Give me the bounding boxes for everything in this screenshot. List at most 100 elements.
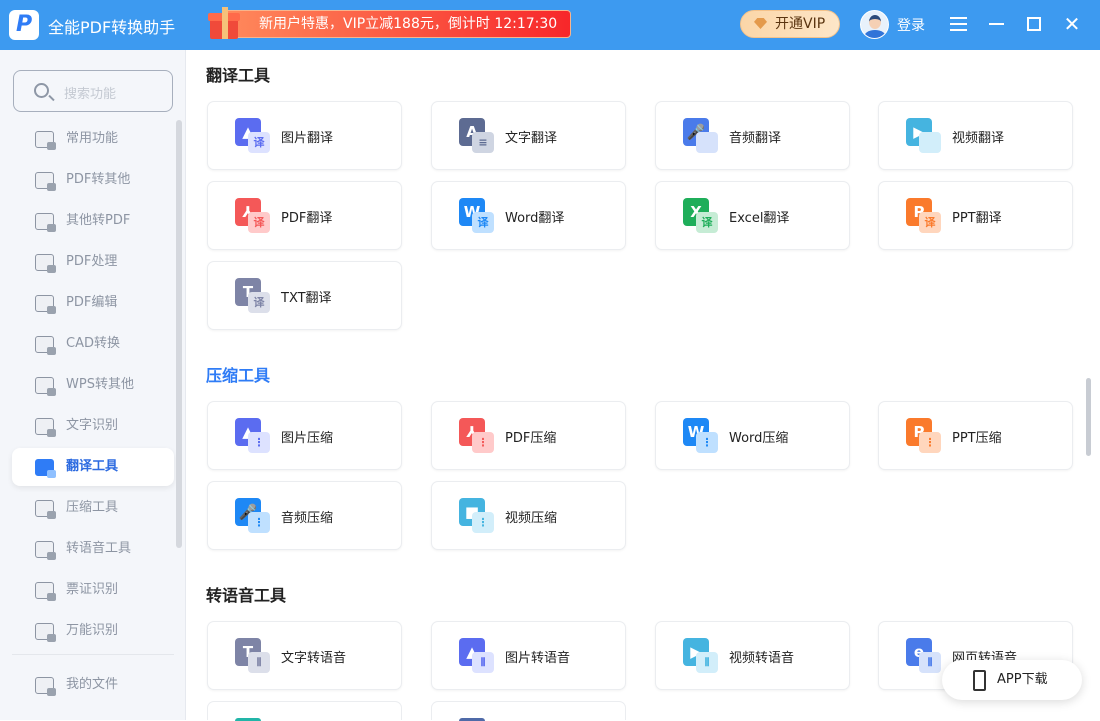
sidebar-item-12[interactable]: 万能识别 — [12, 612, 174, 650]
tool-card[interactable]: 🎤 音频翻译 — [655, 101, 850, 170]
tool-icon: ⅄ ⋮ — [459, 418, 495, 454]
sidebar-item-8[interactable]: 翻译工具 — [12, 448, 174, 486]
sidebar-item-my-files[interactable]: 我的文件 — [12, 666, 174, 704]
tool-label: Excel翻译 — [729, 211, 790, 226]
tool-card[interactable]: ▶ ⦀ 视频转语音 — [655, 621, 850, 690]
app-download-label: APP下载 — [997, 672, 1048, 687]
login-button[interactable]: 登录 — [897, 15, 925, 35]
sidebar-item-label: PDF处理 — [66, 254, 118, 269]
tool-icon: A ≡ — [459, 118, 495, 154]
sidebar-item-label: WPS转其他 — [66, 377, 134, 392]
search-input[interactable]: 搜索功能 — [13, 70, 173, 112]
sidebar-scrollbar[interactable] — [176, 120, 182, 548]
sidebar-item-3[interactable]: PDF处理 — [12, 243, 174, 281]
tool-label: Word压缩 — [729, 431, 789, 446]
sidebar-item-0[interactable]: 常用功能 — [12, 120, 174, 158]
category-icon — [35, 295, 56, 314]
category-icon — [35, 172, 56, 191]
tool-icon: W译 — [459, 198, 495, 234]
category-icon — [35, 254, 56, 273]
app-title: 全能PDF转换助手 — [48, 18, 176, 37]
sidebar-item-label: PDF编辑 — [66, 295, 118, 310]
tool-card[interactable]: ■ ⋮ 视频压缩 — [431, 481, 626, 550]
tool-card[interactable]: X 译 Excel翻译 — [655, 181, 850, 250]
tool-icon: T译 — [235, 278, 271, 314]
tool-label: 音频翻译 — [729, 131, 782, 146]
menu-icon[interactable] — [948, 13, 970, 35]
tool-card[interactable]: 🎤 ⋮ 音频压缩 — [207, 481, 402, 550]
tool-card[interactable]: W 译 Word翻译 — [431, 181, 626, 250]
sidebar-item-label: 我的文件 — [66, 677, 119, 692]
search-icon — [34, 83, 49, 98]
tool-icon: X译 — [683, 198, 719, 234]
search-placeholder: 搜索功能 — [64, 87, 117, 102]
sidebar-item-9[interactable]: 压缩工具 — [12, 489, 174, 527]
tool-card[interactable]: ▲ ⦀ 图片转语音 — [431, 621, 626, 690]
tool-icon: ▶ — [906, 118, 942, 154]
sidebar-item-2[interactable]: 其他转PDF — [12, 202, 174, 240]
category-icon — [35, 500, 56, 519]
divider — [12, 654, 174, 655]
tool-label: PPT翻译 — [952, 211, 1002, 226]
section-title: 转语音工具 — [206, 586, 287, 605]
tool-label: 文字转语音 — [281, 651, 347, 666]
sidebar-item-6[interactable]: WPS转其他 — [12, 366, 174, 404]
phone-icon — [973, 670, 986, 691]
tool-label: PDF压缩 — [505, 431, 557, 446]
tool-icon: ⅄ 译 — [235, 198, 271, 234]
category-icon — [35, 418, 56, 437]
tool-icon: ▲ ⦀ — [459, 638, 495, 674]
tool-card[interactable]: P ⋮ PPT压缩 — [878, 401, 1073, 470]
maximize-icon[interactable] — [1023, 13, 1045, 35]
promo-banner[interactable]: 新用户特惠，VIP立减188元，倒计时 12:17:30 — [222, 10, 571, 38]
tool-card[interactable]: A ≡ 文字翻译 — [431, 101, 626, 170]
tool-card[interactable]: T 译 TXT翻译 — [207, 261, 402, 330]
tool-icon: ▲ ⋮ — [235, 418, 271, 454]
sidebar-item-10[interactable]: 转语音工具 — [12, 530, 174, 568]
sidebar-item-1[interactable]: PDF转其他 — [12, 161, 174, 199]
tool-label: PDF翻译 — [281, 211, 333, 226]
sidebar-item-label: 压缩工具 — [66, 500, 119, 515]
sidebar-item-5[interactable]: CAD转换 — [12, 325, 174, 363]
avatar[interactable] — [860, 10, 889, 39]
tool-icon: ▲ 译 — [235, 118, 271, 154]
close-icon[interactable]: ✕ — [1061, 13, 1083, 35]
tool-card[interactable]: ▲ 译图片翻译 — [207, 101, 402, 170]
tool-label: 音频压缩 — [281, 511, 334, 526]
tool-icon: ■ ⋮ — [459, 498, 495, 534]
tool-card[interactable]: ⅄ 译 PDF翻译 — [207, 181, 402, 250]
tool-label: 视频转语音 — [729, 651, 795, 666]
open-vip-button[interactable]: 开通VIP — [740, 10, 840, 38]
tool-label: 图片转语音 — [505, 651, 571, 666]
tool-card[interactable]: ▶ 视频翻译 — [878, 101, 1073, 170]
sidebar-item-label: PDF转其他 — [66, 172, 131, 187]
vip-label: 开通VIP — [775, 16, 826, 32]
tool-card[interactable]: T ⦀ 文字转语音 — [207, 621, 402, 690]
tool-label: 文字翻译 — [505, 131, 558, 146]
gift-icon — [204, 5, 244, 41]
tool-icon: W ⋮ — [683, 418, 719, 454]
sidebar: 搜索功能 常用功能 PDF转其他其他转PDF PDF处理 PDF编辑 CAD转换 WPS转… — [0, 50, 186, 720]
sidebar-item-label: CAD转换 — [66, 336, 120, 351]
sidebar-item-7[interactable]: 文字识别 — [12, 407, 174, 445]
sidebar-item-11[interactable]: 票证识别 — [12, 571, 174, 609]
tool-card[interactable]: ⅄ ⋮ PDF压缩 — [431, 401, 626, 470]
tool-icon: T ⦀ — [235, 638, 271, 674]
tool-card[interactable]: P 译 PPT翻译 — [878, 181, 1073, 250]
tool-icon: ▶ ⦀ — [683, 638, 719, 674]
tool-icon: P译 — [906, 198, 942, 234]
section-title: 压缩工具 — [206, 366, 271, 385]
category-icon — [35, 459, 56, 478]
main-scrollbar[interactable] — [1086, 378, 1091, 456]
minimize-icon[interactable] — [986, 13, 1008, 35]
tool-card[interactable]: W ⋮ Word压缩 — [655, 401, 850, 470]
category-icon — [35, 131, 56, 150]
title-bar: P 全能PDF转换助手 新用户特惠，VIP立减188元，倒计时 12:17:30… — [0, 0, 1100, 50]
tool-card[interactable] — [207, 701, 402, 721]
tool-card[interactable] — [431, 701, 626, 721]
category-icon — [35, 623, 56, 642]
tool-card[interactable]: ▲ ⋮ 图片压缩 — [207, 401, 402, 470]
app-download-button[interactable]: APP下载 — [942, 660, 1082, 700]
sidebar-item-4[interactable]: PDF编辑 — [12, 284, 174, 322]
tool-label: Word翻译 — [505, 211, 565, 226]
